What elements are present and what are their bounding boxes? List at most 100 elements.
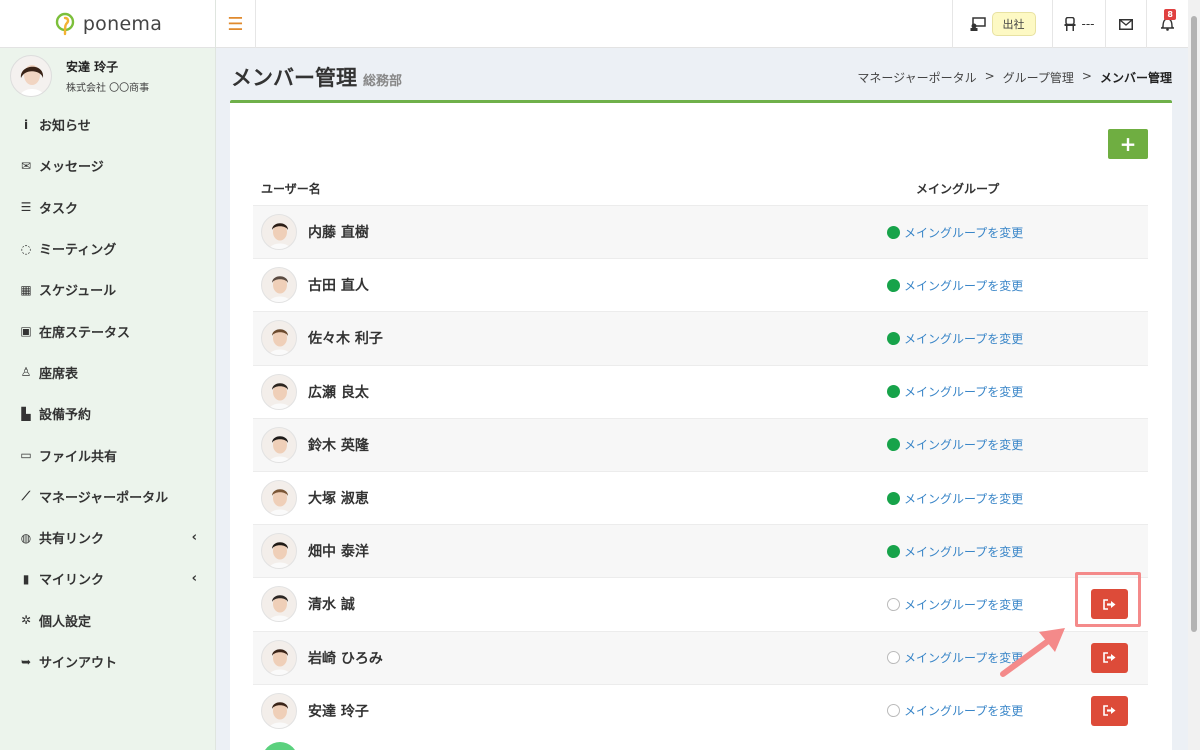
- member-name: 安達 玲子: [308, 703, 369, 720]
- change-main-group-link[interactable]: メイングループを変更: [887, 649, 1023, 666]
- member-name: 広瀬 良太: [308, 384, 369, 401]
- door-icon: ▙: [21, 406, 31, 421]
- change-main-group-link[interactable]: メイングループを変更: [887, 596, 1023, 613]
- remove-member-button[interactable]: [1091, 695, 1128, 726]
- user-panel[interactable]: 安達 玲子 株式会社 〇〇商事: [0, 48, 215, 104]
- change-main-group-link[interactable]: メイングループを変更: [887, 330, 1023, 347]
- ponema-logo-icon: [55, 12, 75, 35]
- sidebar-item-12[interactable]: ✲ 個人設定: [0, 600, 215, 641]
- change-main-group-label: メイングループを変更: [904, 597, 1024, 612]
- sidebar-item-9[interactable]: ⟋ マネージャーポータル: [0, 476, 215, 517]
- sidebar-item-label: 座席表: [39, 366, 79, 382]
- chevron-left-icon[interactable]: ‹: [192, 530, 197, 545]
- breadcrumb-item[interactable]: マネージャーポータル: [857, 69, 976, 86]
- main-group-active-icon: [887, 491, 900, 505]
- notifications-button[interactable]: 8: [1146, 0, 1188, 48]
- change-main-group-label: メイングループを変更: [904, 385, 1024, 400]
- user-name: 安達 玲子: [66, 60, 119, 74]
- sidebar-item-6[interactable]: ♙ 座席表: [0, 352, 215, 393]
- scrollbar-thumb[interactable]: [1191, 16, 1197, 632]
- change-main-group-label: メイングループを変更: [904, 704, 1024, 719]
- seat-button[interactable]: ---: [1052, 0, 1105, 48]
- sidebar-item-label: サインアウト: [39, 656, 118, 671]
- sidebar-item-4[interactable]: ▦ スケジュール: [0, 269, 215, 310]
- sidebar-item-10[interactable]: ◍ 共有リンク ‹: [0, 517, 215, 558]
- status-badge: 出社: [991, 12, 1036, 36]
- main-group-inactive-icon: [887, 651, 900, 665]
- sidebar-item-13[interactable]: ➥ サインアウト: [0, 641, 215, 682]
- sidebar-item-11[interactable]: ▮ マイリンク ‹: [0, 558, 215, 599]
- sidebar-item-8[interactable]: ▭ ファイル共有: [0, 434, 215, 475]
- chart-line-icon: ⟋: [21, 488, 31, 503]
- app-logo[interactable]: ponema: [0, 0, 215, 48]
- sidebar-item-label: マネージャーポータル: [39, 490, 169, 506]
- member-name: 清水 誠: [308, 597, 355, 614]
- change-main-group-link[interactable]: メイングループを変更: [887, 224, 1023, 241]
- sidebar-item-0[interactable]: i お知らせ: [0, 104, 215, 145]
- sidebar-item-label: ミーティング: [39, 243, 117, 259]
- change-main-group-label: メイングループを変更: [904, 278, 1024, 293]
- chair-icon: ♙: [20, 365, 32, 380]
- sidebar-item-3[interactable]: ◌ ミーティング: [0, 228, 215, 269]
- info-circle-icon: i: [23, 117, 29, 132]
- remove-member-button[interactable]: [1091, 642, 1128, 673]
- content-header: メンバー管理 総務部 マネージャーポータル > グループ管理 > メンバー管理: [216, 48, 1188, 100]
- sidebar-item-5[interactable]: ▣ 在席ステータス: [0, 310, 215, 351]
- change-main-group-label: メイングループを変更: [904, 331, 1024, 346]
- app-name: ponema: [82, 12, 163, 35]
- remove-member-button[interactable]: [1091, 589, 1128, 620]
- change-main-group-link[interactable]: メイングループを変更: [887, 436, 1023, 453]
- avatar: [261, 692, 297, 729]
- change-main-group-label: メイングループを変更: [904, 491, 1024, 506]
- avatar: [261, 320, 297, 357]
- sidebar-item-label: スケジュール: [39, 284, 117, 300]
- table-row: 古田 直人 メイングループを変更: [253, 258, 1148, 311]
- add-member-button[interactable]: +: [1108, 129, 1148, 159]
- chevron-left-icon[interactable]: ‹: [192, 571, 197, 586]
- folder-icon: ▭: [20, 448, 32, 463]
- table-row: 畑中 泰洋 メイングループを変更: [253, 524, 1148, 578]
- breadcrumb-separator: >: [1081, 69, 1092, 83]
- member-card: + ユーザー名 メイングループ 内藤 直樹 メイングループを変更 古田 直人 メイング…: [230, 100, 1172, 750]
- table-row: 内藤 直樹 メイングループを変更: [253, 205, 1148, 259]
- sidebar-item-label: タスク: [39, 201, 79, 217]
- change-main-group-link[interactable]: メイングループを変更: [887, 543, 1023, 560]
- main-group-inactive-icon: [887, 704, 900, 718]
- avatar: [261, 480, 297, 517]
- sidebar-item-label: マイリンク: [39, 573, 105, 589]
- page-subtitle: 総務部: [363, 74, 403, 89]
- top-header: ☰ 出社 --- 8: [216, 0, 1188, 48]
- sidebar-item-7[interactable]: ▙ 設備予約: [0, 393, 215, 434]
- presence-icon: [970, 17, 986, 31]
- sign-out-icon: [1103, 705, 1116, 717]
- breadcrumb-item[interactable]: グループ管理: [1003, 69, 1074, 86]
- member-name: 佐々木 利子: [308, 331, 383, 348]
- page-scrollbar[interactable]: [1188, 0, 1200, 750]
- breadcrumb-item: メンバー管理: [1099, 71, 1172, 85]
- change-main-group-link[interactable]: メイングループを変更: [887, 277, 1023, 294]
- presence-status-button[interactable]: 出社: [952, 0, 1052, 48]
- change-main-group-link[interactable]: メイングループを変更: [887, 490, 1023, 507]
- chat-bubbles-icon: ◌: [20, 241, 32, 256]
- globe-icon: ◍: [20, 530, 32, 545]
- member-table: 内藤 直樹 メイングループを変更 古田 直人 メイングループを変更 佐々木 利子 メイング…: [253, 205, 1148, 737]
- avatar: [261, 533, 297, 570]
- member-name: 岩崎 ひろみ: [308, 650, 383, 667]
- messages-button[interactable]: [1105, 0, 1146, 48]
- main-group-active-icon: [887, 278, 900, 292]
- change-main-group-label: メイングループを変更: [904, 225, 1024, 240]
- change-main-group-link[interactable]: メイングループを変更: [887, 383, 1023, 400]
- sidebar-item-1[interactable]: ✉ メッセージ: [0, 145, 215, 186]
- avatar: [261, 639, 297, 676]
- sidebar-item-label: メッセージ: [39, 160, 104, 176]
- member-name: 大塚 淑恵: [308, 491, 369, 508]
- change-main-group-link[interactable]: メイングループを変更: [887, 702, 1023, 719]
- member-name: 内藤 直樹: [308, 225, 369, 242]
- sidebar-item-2[interactable]: ☰ タスク: [0, 187, 215, 228]
- table-row: 岩崎 ひろみ メイングループを変更: [253, 630, 1148, 684]
- table-row: 大塚 淑恵 メイングループを変更: [253, 470, 1148, 524]
- member-name: 鈴木 英隆: [308, 437, 369, 454]
- main-group-active-icon: [887, 385, 900, 399]
- sidebar-item-label: 在席ステータス: [39, 325, 131, 341]
- menu-toggle-icon[interactable]: ☰: [216, 0, 256, 48]
